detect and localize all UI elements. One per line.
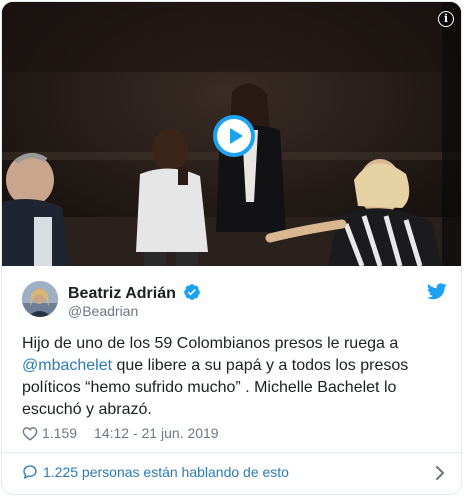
video-thumbnail[interactable]: i <box>2 2 461 266</box>
author-name-text: Beatriz Adrián <box>68 285 176 302</box>
verified-badge-icon <box>184 284 201 300</box>
tweet-timestamp[interactable]: 14:12 - 21 jun. 2019 <box>94 425 219 441</box>
avatar-image <box>22 281 58 317</box>
mention-link[interactable]: @mbachelet <box>22 357 112 374</box>
heart-icon[interactable] <box>22 426 38 441</box>
tweet-card: i Beatriz Adrián @Beadrian Hijo de uno d… <box>1 1 462 495</box>
chevron-right-icon <box>436 466 444 480</box>
twitter-bird-icon[interactable] <box>427 283 447 300</box>
tweet-meta: 1.159 14:12 - 21 jun. 2019 <box>22 423 219 443</box>
info-icon[interactable]: i <box>438 11 454 27</box>
conversation-link[interactable]: 1.225 personas están hablando de esto <box>2 452 461 494</box>
conversation-text: 1.225 personas están hablando de esto <box>43 464 289 480</box>
play-icon <box>230 128 243 144</box>
tweet-text: Hijo de uno de los 59 Colombianos presos… <box>22 333 442 421</box>
tweet-header: Beatriz Adrián @Beadrian <box>22 281 447 321</box>
avatar[interactable] <box>22 281 58 317</box>
author-name[interactable]: Beatriz Adrián <box>68 283 201 303</box>
author-handle[interactable]: @Beadrian <box>68 303 138 319</box>
tweet-text-start: Hijo de uno de los 59 Colombianos presos… <box>22 335 399 352</box>
play-button[interactable] <box>213 115 255 157</box>
like-count[interactable]: 1.159 <box>42 425 77 441</box>
speech-bubble-icon <box>23 465 37 479</box>
